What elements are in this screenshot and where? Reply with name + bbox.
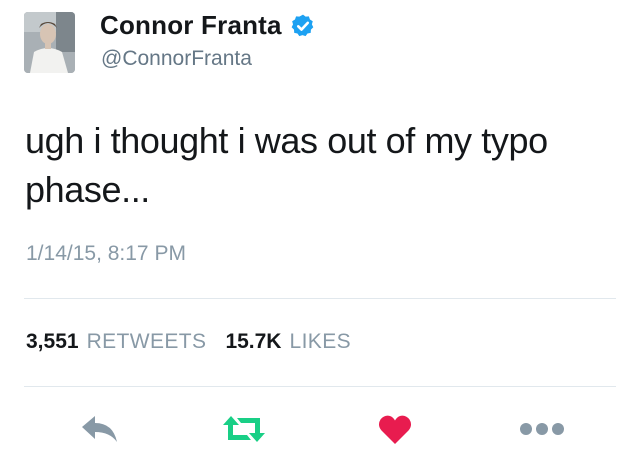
retweets-label: RETWEETS bbox=[86, 330, 207, 353]
reply-icon bbox=[80, 414, 120, 444]
retweets-count: 3,551 bbox=[26, 330, 79, 353]
author-display-name[interactable]: Connor Franta bbox=[100, 10, 282, 41]
likes-count: 15.7K bbox=[225, 330, 282, 353]
tweet-stats: 3,551 RETWEETS 15.7K LIKES bbox=[26, 330, 351, 354]
retweets-stat[interactable]: 3,551 RETWEETS bbox=[26, 330, 206, 354]
heart-icon bbox=[378, 414, 412, 445]
divider bbox=[24, 298, 616, 299]
tweet-timestamp[interactable]: 1/14/15, 8:17 PM bbox=[26, 242, 186, 266]
verified-badge-icon bbox=[290, 13, 316, 39]
more-button[interactable] bbox=[517, 411, 567, 447]
tweet-text-line: phase... bbox=[25, 169, 150, 210]
avatar[interactable] bbox=[24, 12, 75, 73]
likes-stat[interactable]: 15.7K LIKES bbox=[225, 330, 351, 354]
author-handle[interactable]: @ConnorFranta bbox=[101, 47, 252, 71]
tweet-card: Connor Franta @ConnorFranta ugh i though… bbox=[0, 0, 640, 461]
likes-label: LIKES bbox=[289, 330, 352, 353]
tweet-text-line: ugh i thought i was out of my typo bbox=[25, 120, 548, 161]
tweet-text: ugh i thought i was out of my typo phase… bbox=[25, 116, 625, 214]
reply-button[interactable] bbox=[78, 411, 122, 447]
author-name-row: Connor Franta bbox=[100, 10, 316, 41]
divider bbox=[24, 386, 616, 387]
retweet-icon bbox=[221, 414, 267, 444]
like-button[interactable] bbox=[375, 411, 415, 447]
retweet-button[interactable] bbox=[220, 411, 268, 447]
more-icon bbox=[519, 422, 565, 436]
